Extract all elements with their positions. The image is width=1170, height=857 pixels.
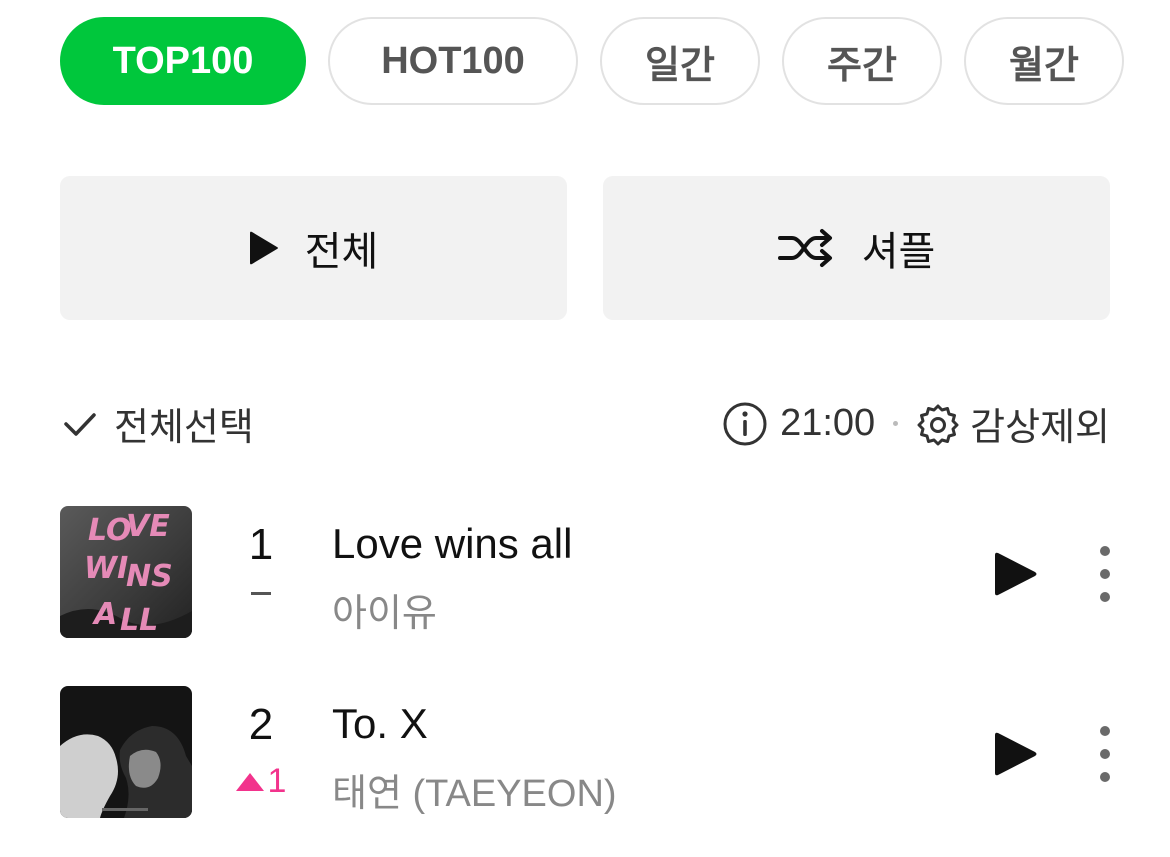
exclude-listening-label: 감상제외: [970, 407, 1110, 449]
tab-monthly[interactable]: 월간: [964, 17, 1124, 105]
check-icon: [64, 412, 96, 436]
play-all-button[interactable]: 전체: [60, 176, 567, 320]
svg-text:WI: WI: [84, 551, 128, 586]
more-vertical-icon[interactable]: [1080, 546, 1130, 602]
separator-dot: [893, 421, 899, 426]
rank-up-indicator: 1: [235, 762, 287, 801]
play-all-label: 전체: [304, 230, 379, 274]
tab-top100[interactable]: TOP100: [60, 17, 306, 105]
gear-icon: [917, 404, 959, 445]
svg-text:LL: LL: [120, 603, 158, 638]
list-toolbar: 전체선택 21:00 감상제외: [60, 396, 1110, 456]
arrow-up-icon: [235, 772, 264, 791]
play-icon: [249, 231, 278, 265]
play-icon[interactable]: [994, 550, 1038, 598]
select-all-toggle[interactable]: 전체선택: [60, 396, 254, 451]
chart-row[interactable]: 2 1 To. X 태연 (TAEYEON): [60, 686, 1120, 818]
chart-info-tools: 21:00 감상제외: [722, 396, 1110, 451]
artist-name[interactable]: 아이유: [332, 582, 437, 637]
song-title[interactable]: Love wins all: [332, 520, 572, 568]
select-all-label: 전체선택: [114, 407, 254, 449]
exclude-listening-button[interactable]: 감상제외: [916, 396, 1110, 451]
more-vertical-icon[interactable]: [1080, 726, 1130, 782]
play-icon[interactable]: [994, 730, 1038, 778]
rank-same-indicator: [251, 592, 271, 595]
tab-weekly[interactable]: 주간: [782, 17, 942, 105]
tab-daily[interactable]: 일간: [600, 17, 760, 105]
rank-change: [220, 582, 302, 595]
shuffle-button[interactable]: 셔플: [603, 176, 1110, 320]
artist-name[interactable]: 태연 (TAEYEON): [332, 762, 617, 817]
svg-text:NS: NS: [126, 559, 173, 594]
song-title[interactable]: To. X: [332, 700, 428, 748]
rank-change: 1: [220, 762, 302, 801]
rank-number: 1: [248, 520, 274, 569]
chart-update-time: 21:00: [780, 402, 876, 444]
shuffle-icon: [777, 229, 832, 267]
album-cover[interactable]: LO VE WI NS A LL: [60, 506, 192, 638]
svg-text:VE: VE: [126, 509, 170, 544]
shuffle-label: 셔플: [861, 230, 936, 274]
rank-number: 2: [248, 700, 274, 749]
album-cover[interactable]: [60, 686, 192, 818]
chart-row[interactable]: LO VE WI NS A LL 1 Love wins all 아이유: [60, 506, 1120, 638]
info-icon[interactable]: [722, 401, 768, 447]
tab-hot100[interactable]: HOT100: [328, 17, 578, 105]
rank-change-value: 1: [267, 762, 287, 800]
chart-tabs: TOP100 HOT100 일간 주간 월간: [60, 17, 1124, 105]
svg-text:A: A: [92, 597, 117, 632]
